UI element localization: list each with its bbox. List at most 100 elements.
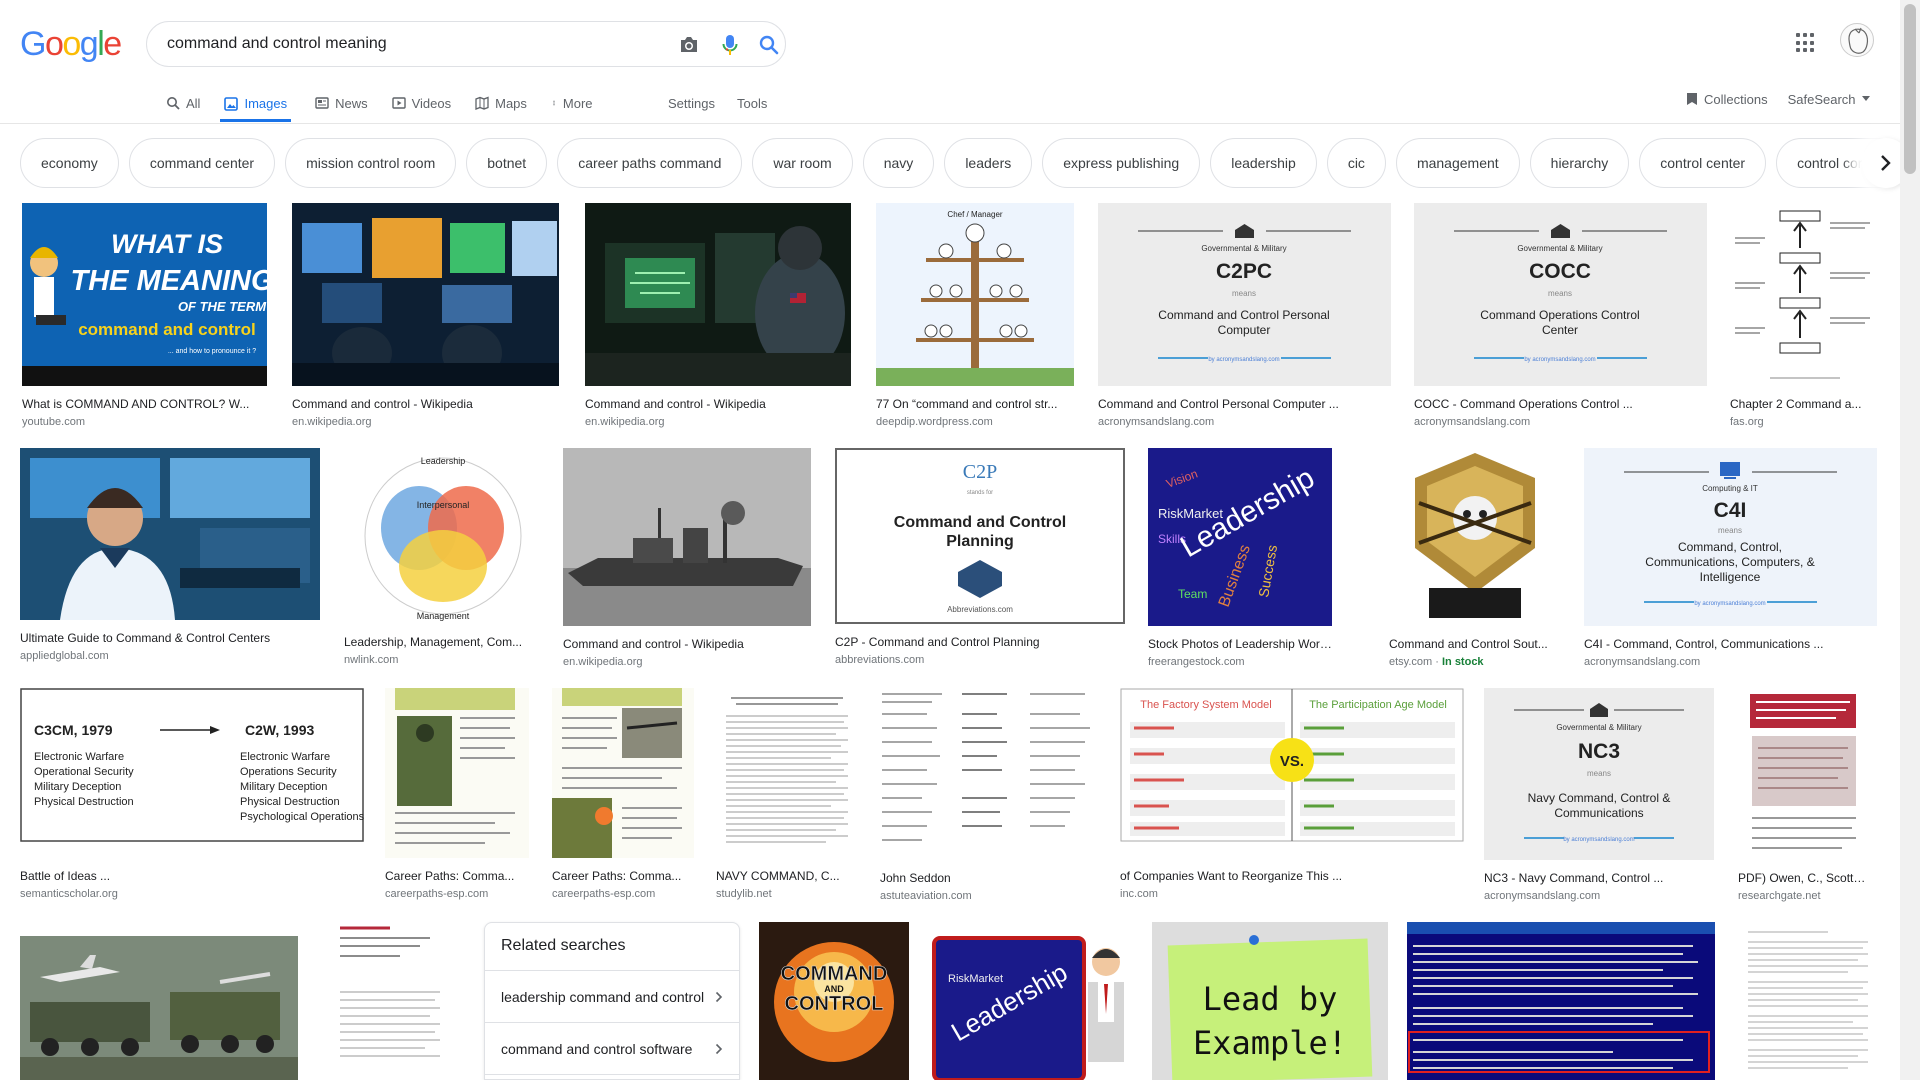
image-result[interactable] <box>20 922 298 1080</box>
image-result[interactable]: Computing & IT C4I means Command, Contro… <box>1584 448 1877 669</box>
image-result[interactable]: Command and control - Wikipedia en.wikip… <box>585 203 851 429</box>
result-thumbnail[interactable] <box>1389 448 1561 626</box>
safesearch-dropdown[interactable]: SafeSearch <box>1788 92 1870 107</box>
result-thumbnail[interactable] <box>585 203 851 386</box>
image-result[interactable]: WHAT IS THE MEANING OF THE TERM command … <box>22 203 267 429</box>
result-thumbnail[interactable] <box>385 688 529 858</box>
chip[interactable]: hierarchy <box>1529 138 1630 188</box>
image-result[interactable]: Command and Control Sout... etsy.com · I… <box>1389 448 1561 669</box>
image-result[interactable] <box>1407 922 1715 1080</box>
image-result[interactable]: John Seddon astuteaviation.com <box>880 688 1100 903</box>
image-result[interactable]: Chef / Manager 77 On “command and contro… <box>876 203 1074 429</box>
image-result[interactable]: Career Paths: Comma... careerpaths-esp.c… <box>552 688 694 901</box>
result-thumbnail[interactable] <box>1730 203 1880 386</box>
tab-all[interactable]: All <box>166 88 200 118</box>
chip[interactable]: command center <box>128 138 276 188</box>
result-thumbnail[interactable]: Leadership Interpersonal Management <box>344 448 542 624</box>
chip[interactable]: control center <box>1639 138 1767 188</box>
avatar[interactable] <box>1840 23 1874 57</box>
image-result[interactable]: PDF) Owen, C., Scott, ... researchgate.n… <box>1738 688 1868 903</box>
chip[interactable]: leadership <box>1210 138 1317 188</box>
chevron-right-icon <box>715 991 723 1002</box>
image-result[interactable]: Governmental & Military C2PC means Comma… <box>1098 203 1391 429</box>
image-result[interactable]: C3CM, 1979 C2W, 1993 Electronic Warfare … <box>20 688 364 901</box>
result-thumbnail[interactable] <box>20 448 320 620</box>
result-thumbnail[interactable] <box>716 688 858 858</box>
thumb-text: C2W, 1993 <box>245 722 314 738</box>
chip[interactable]: mission control room <box>285 138 457 188</box>
camera-icon[interactable] <box>677 33 701 57</box>
result-thumbnail[interactable]: WHAT IS THE MEANING OF THE TERM command … <box>22 203 267 386</box>
image-result[interactable]: The Factory System Model The Participati… <box>1120 688 1464 901</box>
settings-link[interactable]: Settings <box>668 96 715 111</box>
result-thumbnail[interactable]: The Factory System Model The Participati… <box>1120 688 1464 842</box>
image-result[interactable] <box>320 922 462 1080</box>
page-scrollbar[interactable] <box>1900 0 1920 1080</box>
thumb-text: by acronymsandslang.com <box>1208 357 1279 363</box>
related-search-item[interactable]: leadership command and control <box>485 971 739 1023</box>
chip[interactable]: express publishing <box>1042 138 1201 188</box>
result-thumbnail[interactable]: Governmental & Military COCC means Comma… <box>1414 203 1707 386</box>
chip[interactable]: management <box>1395 138 1520 188</box>
image-result[interactable]: Leadership Interpersonal Management Lead… <box>344 448 542 667</box>
result-thumbnail[interactable] <box>1407 922 1715 1080</box>
image-result[interactable]: Command and control - Wikipedia en.wikip… <box>563 448 811 669</box>
tab-maps[interactable]: Maps <box>475 88 527 118</box>
result-thumbnail[interactable]: Computing & IT C4I means Command, Contro… <box>1584 448 1877 626</box>
image-result[interactable]: C2P stands for Command and Control Plann… <box>835 448 1125 667</box>
tab-more[interactable]: More <box>551 88 593 118</box>
tab-news[interactable]: News <box>315 88 368 118</box>
chip[interactable]: economy <box>20 138 119 188</box>
result-thumbnail[interactable]: C2P stands for Command and Control Plann… <box>835 448 1125 624</box>
result-thumbnail[interactable]: Governmental & Military C2PC means Comma… <box>1098 203 1391 386</box>
result-thumbnail[interactable]: Vision RiskMarket Skills Leadership Busi… <box>1148 448 1332 626</box>
result-thumbnail[interactable]: Governmental & Military NC3 means Navy C… <box>1484 688 1714 860</box>
image-result[interactable]: Lead by Example! <box>1152 922 1388 1080</box>
image-result[interactable] <box>1738 922 1878 1080</box>
scrollbar-thumb[interactable] <box>1904 4 1916 174</box>
google-apps-icon[interactable] <box>1796 33 1816 53</box>
tab-images[interactable]: Images <box>220 88 292 122</box>
thumb-text: Example! <box>1193 1024 1347 1062</box>
related-search-item[interactable]: command and control software <box>485 1023 739 1075</box>
chip[interactable]: leaders <box>944 138 1033 188</box>
image-result[interactable]: NAVY COMMAND, C... studylib.net <box>716 688 858 901</box>
image-result[interactable]: Governmental & Military NC3 means Navy C… <box>1484 688 1714 903</box>
chip[interactable]: career paths command <box>557 138 743 188</box>
result-thumbnail[interactable] <box>20 922 298 1080</box>
result-thumbnail[interactable] <box>563 448 811 626</box>
search-box[interactable] <box>146 21 786 67</box>
result-thumbnail[interactable] <box>1738 922 1878 1080</box>
tools-link[interactable]: Tools <box>737 96 767 111</box>
result-thumbnail[interactable]: COMMAND AND CONTROL <box>759 922 909 1080</box>
result-thumbnail[interactable] <box>880 688 1100 860</box>
image-result[interactable]: Career Paths: Comma... careerpaths-esp.c… <box>385 688 529 901</box>
result-thumbnail[interactable]: Chef / Manager <box>876 203 1074 386</box>
chip[interactable]: navy <box>862 138 935 188</box>
image-result[interactable]: RiskMarket Leadership <box>928 922 1133 1080</box>
image-result[interactable]: Ultimate Guide to Command & Control Cent… <box>20 448 320 663</box>
result-thumbnail[interactable]: RiskMarket Leadership <box>928 922 1133 1080</box>
image-result[interactable]: Governmental & Military COCC means Comma… <box>1414 203 1707 429</box>
search-icon[interactable] <box>757 33 781 57</box>
chip[interactable]: war room <box>752 138 853 188</box>
google-logo[interactable]: Google <box>20 24 122 64</box>
tab-videos[interactable]: Videos <box>391 88 451 118</box>
thumb-text: CONTROL <box>785 993 884 1015</box>
search-input[interactable] <box>167 30 647 58</box>
image-result[interactable]: Vision RiskMarket Skills Leadership Busi… <box>1148 448 1332 669</box>
image-result[interactable]: Chapter 2 Command a... fas.org <box>1730 203 1880 429</box>
image-result[interactable]: Command and control - Wikipedia en.wikip… <box>292 203 559 429</box>
chip[interactable]: cic <box>1326 138 1386 188</box>
image-result[interactable]: COMMAND AND CONTROL <box>759 922 909 1080</box>
result-thumbnail[interactable]: C3CM, 1979 C2W, 1993 Electronic Warfare … <box>20 688 364 842</box>
collections-link[interactable]: Collections <box>1686 92 1768 107</box>
result-thumbnail[interactable] <box>552 688 694 858</box>
result-thumbnail[interactable]: Lead by Example! <box>1152 922 1388 1080</box>
result-thumbnail[interactable] <box>320 922 462 1080</box>
thumb-text: Leadership <box>421 456 466 466</box>
result-thumbnail[interactable] <box>292 203 559 386</box>
result-thumbnail[interactable] <box>1738 688 1868 860</box>
microphone-icon[interactable] <box>718 33 742 57</box>
chip[interactable]: botnet <box>466 138 548 188</box>
